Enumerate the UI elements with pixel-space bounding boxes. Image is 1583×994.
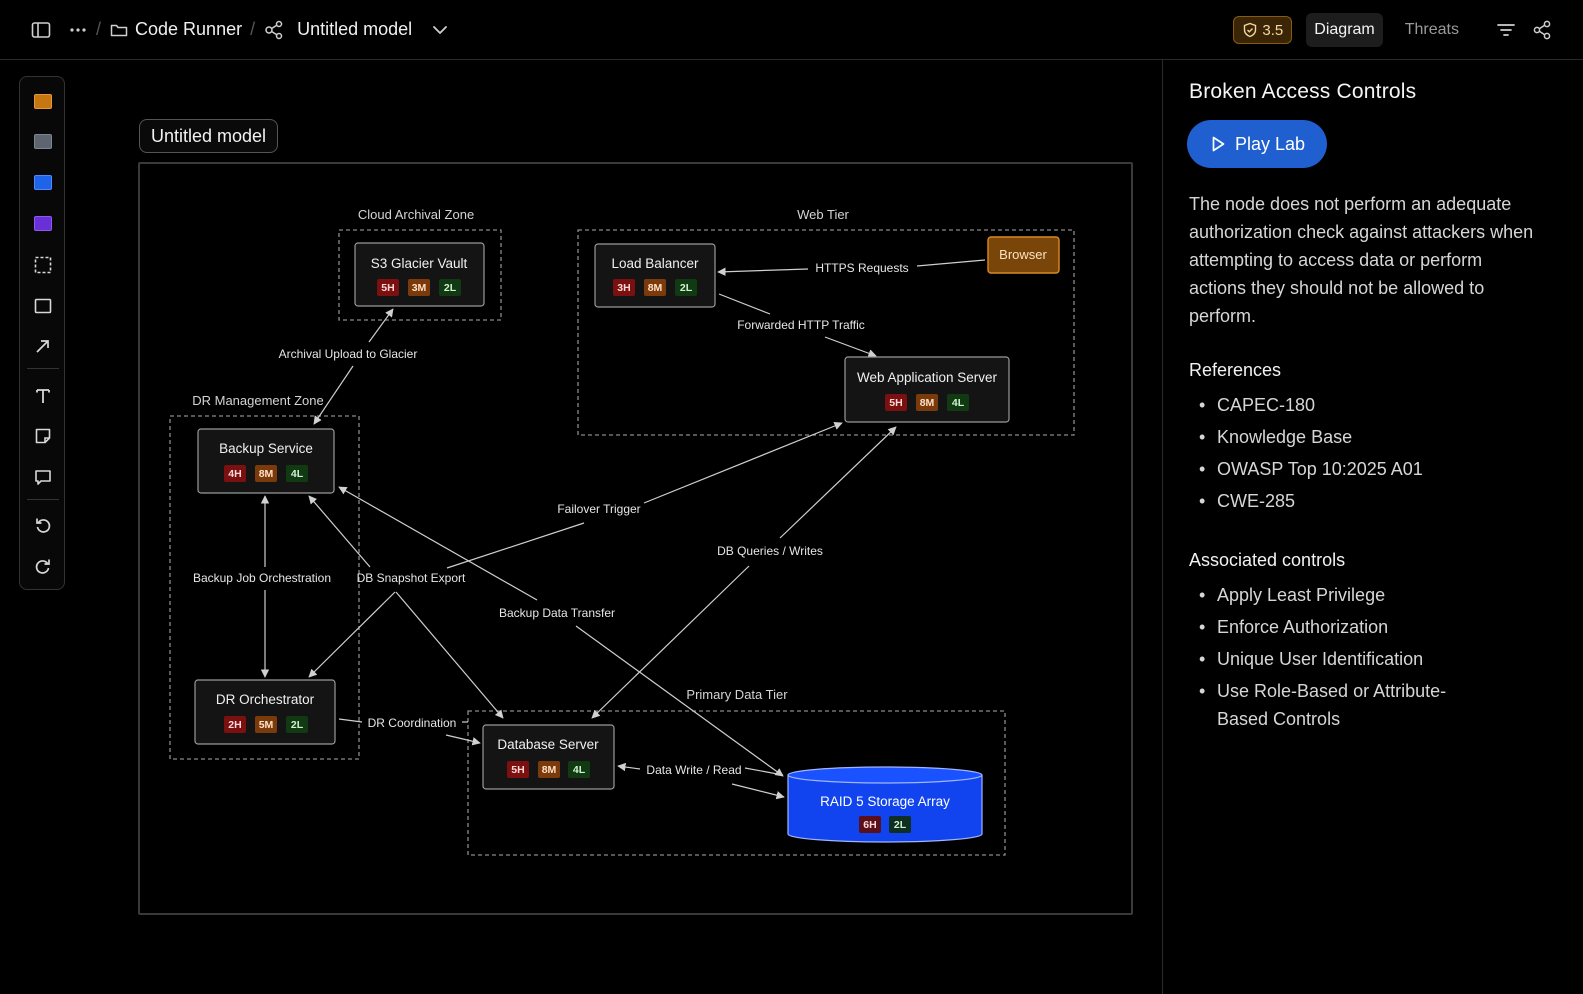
edge-backup-job-orchestration[interactable]: Backup Job Orchestration [193,495,331,678]
node-label: Browser [999,247,1047,262]
node-label: Backup Service [219,441,313,456]
edge-label: Failover Trigger [557,502,640,516]
node-label: Load Balancer [611,256,699,271]
filter-icon[interactable] [1495,19,1517,41]
play-icon [1212,136,1225,152]
tab-diagram[interactable]: Diagram [1306,13,1383,47]
edge-label: DR Coordination [368,716,457,730]
badge-text: 5H [511,764,524,776]
edge-db-snapshot-export[interactable]: DB Snapshot Export [308,495,504,719]
edge-https-requests[interactable]: HTTPS Requests [717,259,986,276]
threat-description: The node does not perform an adequate au… [1189,194,1534,326]
badge-text: 2L [444,282,457,294]
edge-db-queries[interactable]: DB Queries / Writes [591,426,897,719]
node-label: DR Orchestrator [216,692,315,707]
edge-label: Backup Job Orchestration [193,571,331,585]
reference-item[interactable]: Knowledge Base [1189,423,1549,451]
node-label: Database Server [497,737,599,752]
badge-text: 5H [889,397,902,409]
reference-item[interactable]: CWE-285 [1189,487,1549,515]
edge-label: DB Snapshot Export [357,571,466,585]
zone-label: DR Management Zone [192,393,324,408]
badge-text: 2L [680,282,693,294]
tab-threats[interactable]: Threats [1397,13,1467,47]
reference-item[interactable]: CAPEC-180 [1189,391,1549,419]
node-browser[interactable]: Browser [987,236,1060,274]
node-label: RAID 5 Storage Array [820,794,950,809]
node-web-application-server[interactable]: Web Application Server 5H 8M 4L [844,356,1010,423]
control-item: Apply Least Privilege [1189,581,1549,609]
badge-text: 2L [894,819,907,831]
node-s3-glacier-vault[interactable]: S3 Glacier Vault 5H 3M 2L [354,242,485,307]
edge-label: Archival Upload to Glacier [279,347,418,361]
associated-controls-heading: Associated controls [1189,550,1346,570]
badge-text: 4L [573,764,586,776]
threat-model-diagram: Cloud Archival Zone Web Tier DR Manageme… [169,207,1075,856]
reference-item[interactable]: OWASP Top 10:2025 A01 [1189,455,1549,483]
node-label: Web Application Server [857,370,998,385]
node-database-server[interactable]: Database Server 5H 8M 4L [482,724,615,790]
references-list: CAPEC-180 Knowledge Base OWASP Top 10:20… [1189,391,1549,519]
edge-data-write-read[interactable]: Data Write / Read [617,762,785,800]
threat-score-badge[interactable]: 3.5 [1233,16,1293,44]
control-item: Enforce Authorization [1189,613,1549,641]
node-dr-orchestrator[interactable]: DR Orchestrator 2H 5M 2L [194,679,336,745]
badge-text: 5H [381,282,394,294]
shield-icon [1244,22,1257,38]
controls-list: Apply Least Privilege Enforce Authorizat… [1189,581,1549,737]
references-heading: References [1189,360,1282,380]
badge-text: 4L [952,397,965,409]
play-lab-button[interactable]: Play Lab [1187,120,1327,168]
badge-text: 8M [542,764,557,776]
node-load-balancer[interactable]: Load Balancer 3H 8M 2L [594,243,716,308]
node-backup-service[interactable]: Backup Service 4H 8M 4L [197,428,335,494]
zone-label: Primary Data Tier [686,687,788,702]
edge-dr-coordination[interactable]: DR Coordination [338,716,481,746]
badge-text: 3H [617,282,630,294]
badge-text: 5M [259,719,274,731]
control-item: Unique User Identification [1189,645,1549,673]
threat-details-panel: Broken Access Controls Play Lab The node… [1162,60,1583,994]
control-item: Use Role-Based or Attribute-Based Contro… [1189,677,1489,733]
edge-label: Data Write / Read [646,763,741,777]
node-raid-storage-array[interactable]: RAID 5 Storage Array 6H 2L [787,766,983,843]
badge-text: 8M [259,468,274,480]
node-label: S3 Glacier Vault [371,256,468,271]
edge-forwarded-http[interactable]: Forwarded HTTP Traffic [718,293,877,358]
share-icon[interactable] [1531,19,1553,41]
badge-text: 2L [291,719,304,731]
badge-text: 3M [412,282,427,294]
badge-text: 2H [228,719,241,731]
badge-text: 6H [863,819,876,831]
threat-title: Broken Access Controls [1189,80,1417,103]
play-lab-label: Play Lab [1234,133,1306,154]
zone-label: Cloud Archival Zone [358,207,474,222]
zone-label: Web Tier [797,207,849,222]
edge-label: HTTPS Requests [815,261,908,275]
badge-text: 4H [228,468,241,480]
badge-text: 8M [648,282,663,294]
edge-label: Forwarded HTTP Traffic [737,318,865,332]
badge-text: 4L [291,468,304,480]
edge-label: Backup Data Transfer [499,606,615,620]
threat-score-value: 3.5 [1262,21,1284,39]
badge-text: 8M [920,397,935,409]
edge-label: DB Queries / Writes [717,544,823,558]
